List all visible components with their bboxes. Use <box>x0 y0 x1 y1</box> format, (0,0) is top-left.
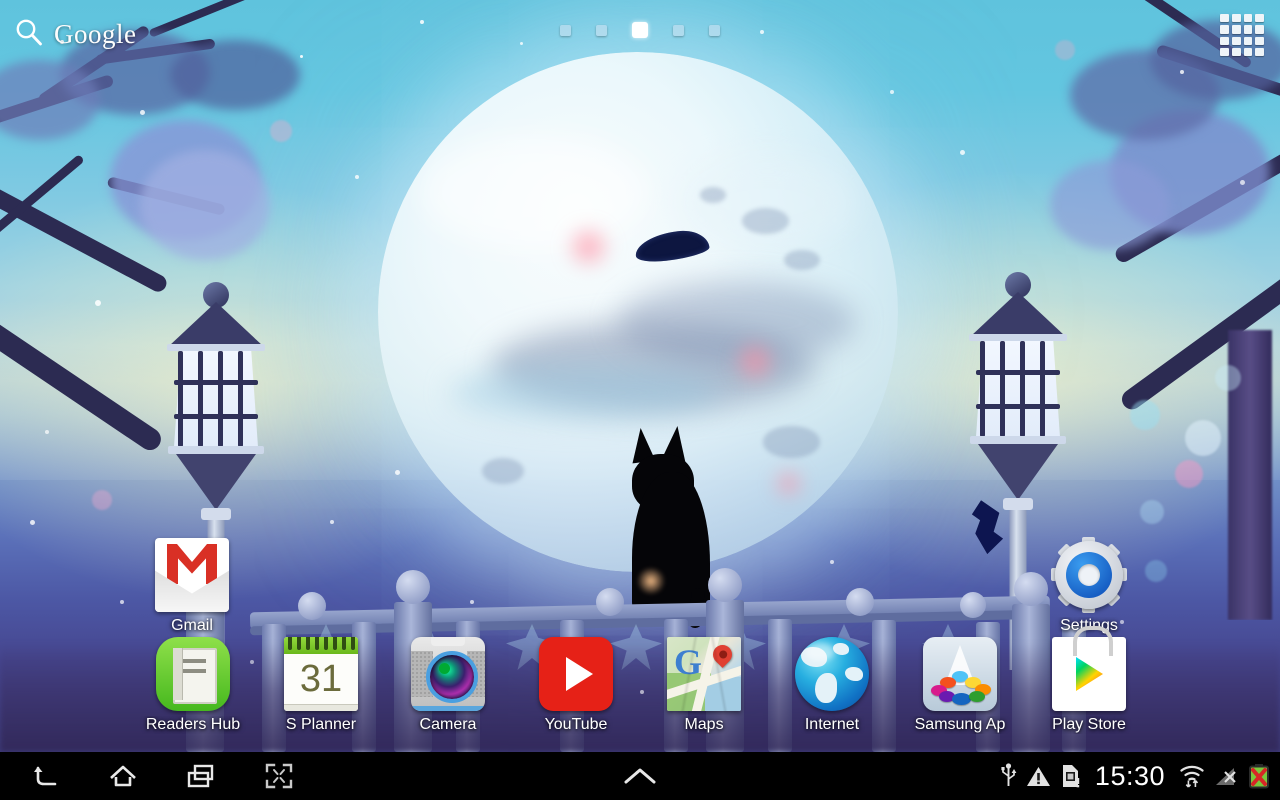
app-label-internet: Internet <box>804 716 860 733</box>
screen-capture-icon <box>265 763 293 789</box>
tree-left <box>0 0 330 620</box>
recent-apps-icon <box>187 764 214 788</box>
grid-cell <box>1220 14 1229 23</box>
warning-triangle-icon <box>1026 765 1051 788</box>
calendar-icon: 31 <box>284 637 358 711</box>
mini-apps-tray-handle[interactable] <box>618 752 662 800</box>
battery-error-icon <box>1248 763 1270 789</box>
app-icon-gmail[interactable]: Gmail <box>137 538 247 635</box>
app-icon-readers-hub[interactable]: Readers Hub <box>138 637 248 734</box>
grid-cell <box>1255 36 1264 45</box>
grid-cell <box>1255 25 1264 34</box>
app-icon-play-store[interactable]: Play Store <box>1034 626 1144 734</box>
app-icon-maps[interactable]: G Maps <box>649 637 759 734</box>
youtube-icon <box>539 637 613 711</box>
sim-card-alert-icon <box>1060 764 1081 788</box>
android-home-screen: Google Gmail Settings Readers Hub 31 S P… <box>0 0 1280 800</box>
page-dot-2[interactable] <box>596 24 607 36</box>
grid-cell <box>1255 47 1264 56</box>
play-store-icon <box>1052 626 1126 711</box>
app-icon-samsung-apps[interactable]: Samsung Ap <box>905 637 1015 734</box>
recent-apps-button[interactable] <box>178 753 224 799</box>
screenshot-button[interactable] <box>256 753 302 799</box>
page-dot-4[interactable] <box>673 24 684 36</box>
grid-cell <box>1220 47 1229 56</box>
app-label-maps: Maps <box>684 716 724 733</box>
app-label-youtube: YouTube <box>544 716 608 733</box>
page-dot-1[interactable] <box>560 24 571 36</box>
camera-icon <box>411 637 485 711</box>
status-bar[interactable]: 15:30 <box>1000 752 1270 800</box>
app-icon-s-planner[interactable]: 31 S Planner <box>266 637 376 734</box>
settings-icon <box>1051 537 1127 613</box>
grid-cell <box>1243 25 1253 34</box>
grid-cell <box>1220 25 1229 34</box>
chevron-up-icon <box>624 768 656 784</box>
readers-hub-icon <box>156 637 230 711</box>
globe-icon <box>795 637 869 711</box>
grid-cell <box>1231 25 1241 34</box>
grid-cell <box>1231 47 1241 56</box>
grid-cell <box>1220 36 1229 45</box>
grid-cell <box>1231 14 1241 23</box>
home-button[interactable] <box>100 753 146 799</box>
app-label-gmail: Gmail <box>171 617 213 634</box>
grid-cell <box>1243 36 1253 45</box>
page-dot-3-active[interactable] <box>632 22 648 38</box>
all-apps-button[interactable] <box>1220 14 1264 56</box>
app-label-play-store: Play Store <box>1052 716 1126 733</box>
app-label-camera: Camera <box>419 716 477 733</box>
maps-icon: G <box>667 637 741 711</box>
no-signal-icon <box>1214 764 1239 788</box>
wifi-transfer-icon <box>1179 763 1205 789</box>
app-icon-internet[interactable]: Internet <box>777 637 887 734</box>
app-icon-camera[interactable]: Camera <box>393 637 503 734</box>
navigation-bar: 15:30 <box>0 752 1280 800</box>
samsung-apps-icon <box>923 637 997 711</box>
back-button[interactable] <box>22 753 68 799</box>
home-icon <box>110 765 136 787</box>
grid-cell <box>1243 14 1253 23</box>
google-search-label: Google <box>54 18 137 49</box>
page-dot-5[interactable] <box>709 24 720 36</box>
grid-cell <box>1243 47 1253 56</box>
nav-buttons-group <box>0 752 302 800</box>
grid-cell <box>1255 14 1264 23</box>
calendar-day-number: 31 <box>299 658 343 700</box>
app-icon-settings[interactable]: Settings <box>1034 537 1144 635</box>
page-indicator <box>560 22 720 38</box>
search-icon <box>14 17 44 52</box>
usb-icon <box>1000 763 1017 789</box>
app-label-s-planner: S Planner <box>285 716 357 733</box>
gmail-icon <box>155 538 229 612</box>
status-bar-clock: 15:30 <box>1094 760 1165 791</box>
app-label-readers-hub: Readers Hub <box>145 716 241 733</box>
app-label-samsung-apps: Samsung Ap <box>914 716 1006 733</box>
google-search-widget[interactable]: Google <box>14 14 136 54</box>
app-icon-youtube[interactable]: YouTube <box>521 637 631 734</box>
back-arrow-icon <box>34 766 57 786</box>
grid-cell <box>1231 36 1241 45</box>
